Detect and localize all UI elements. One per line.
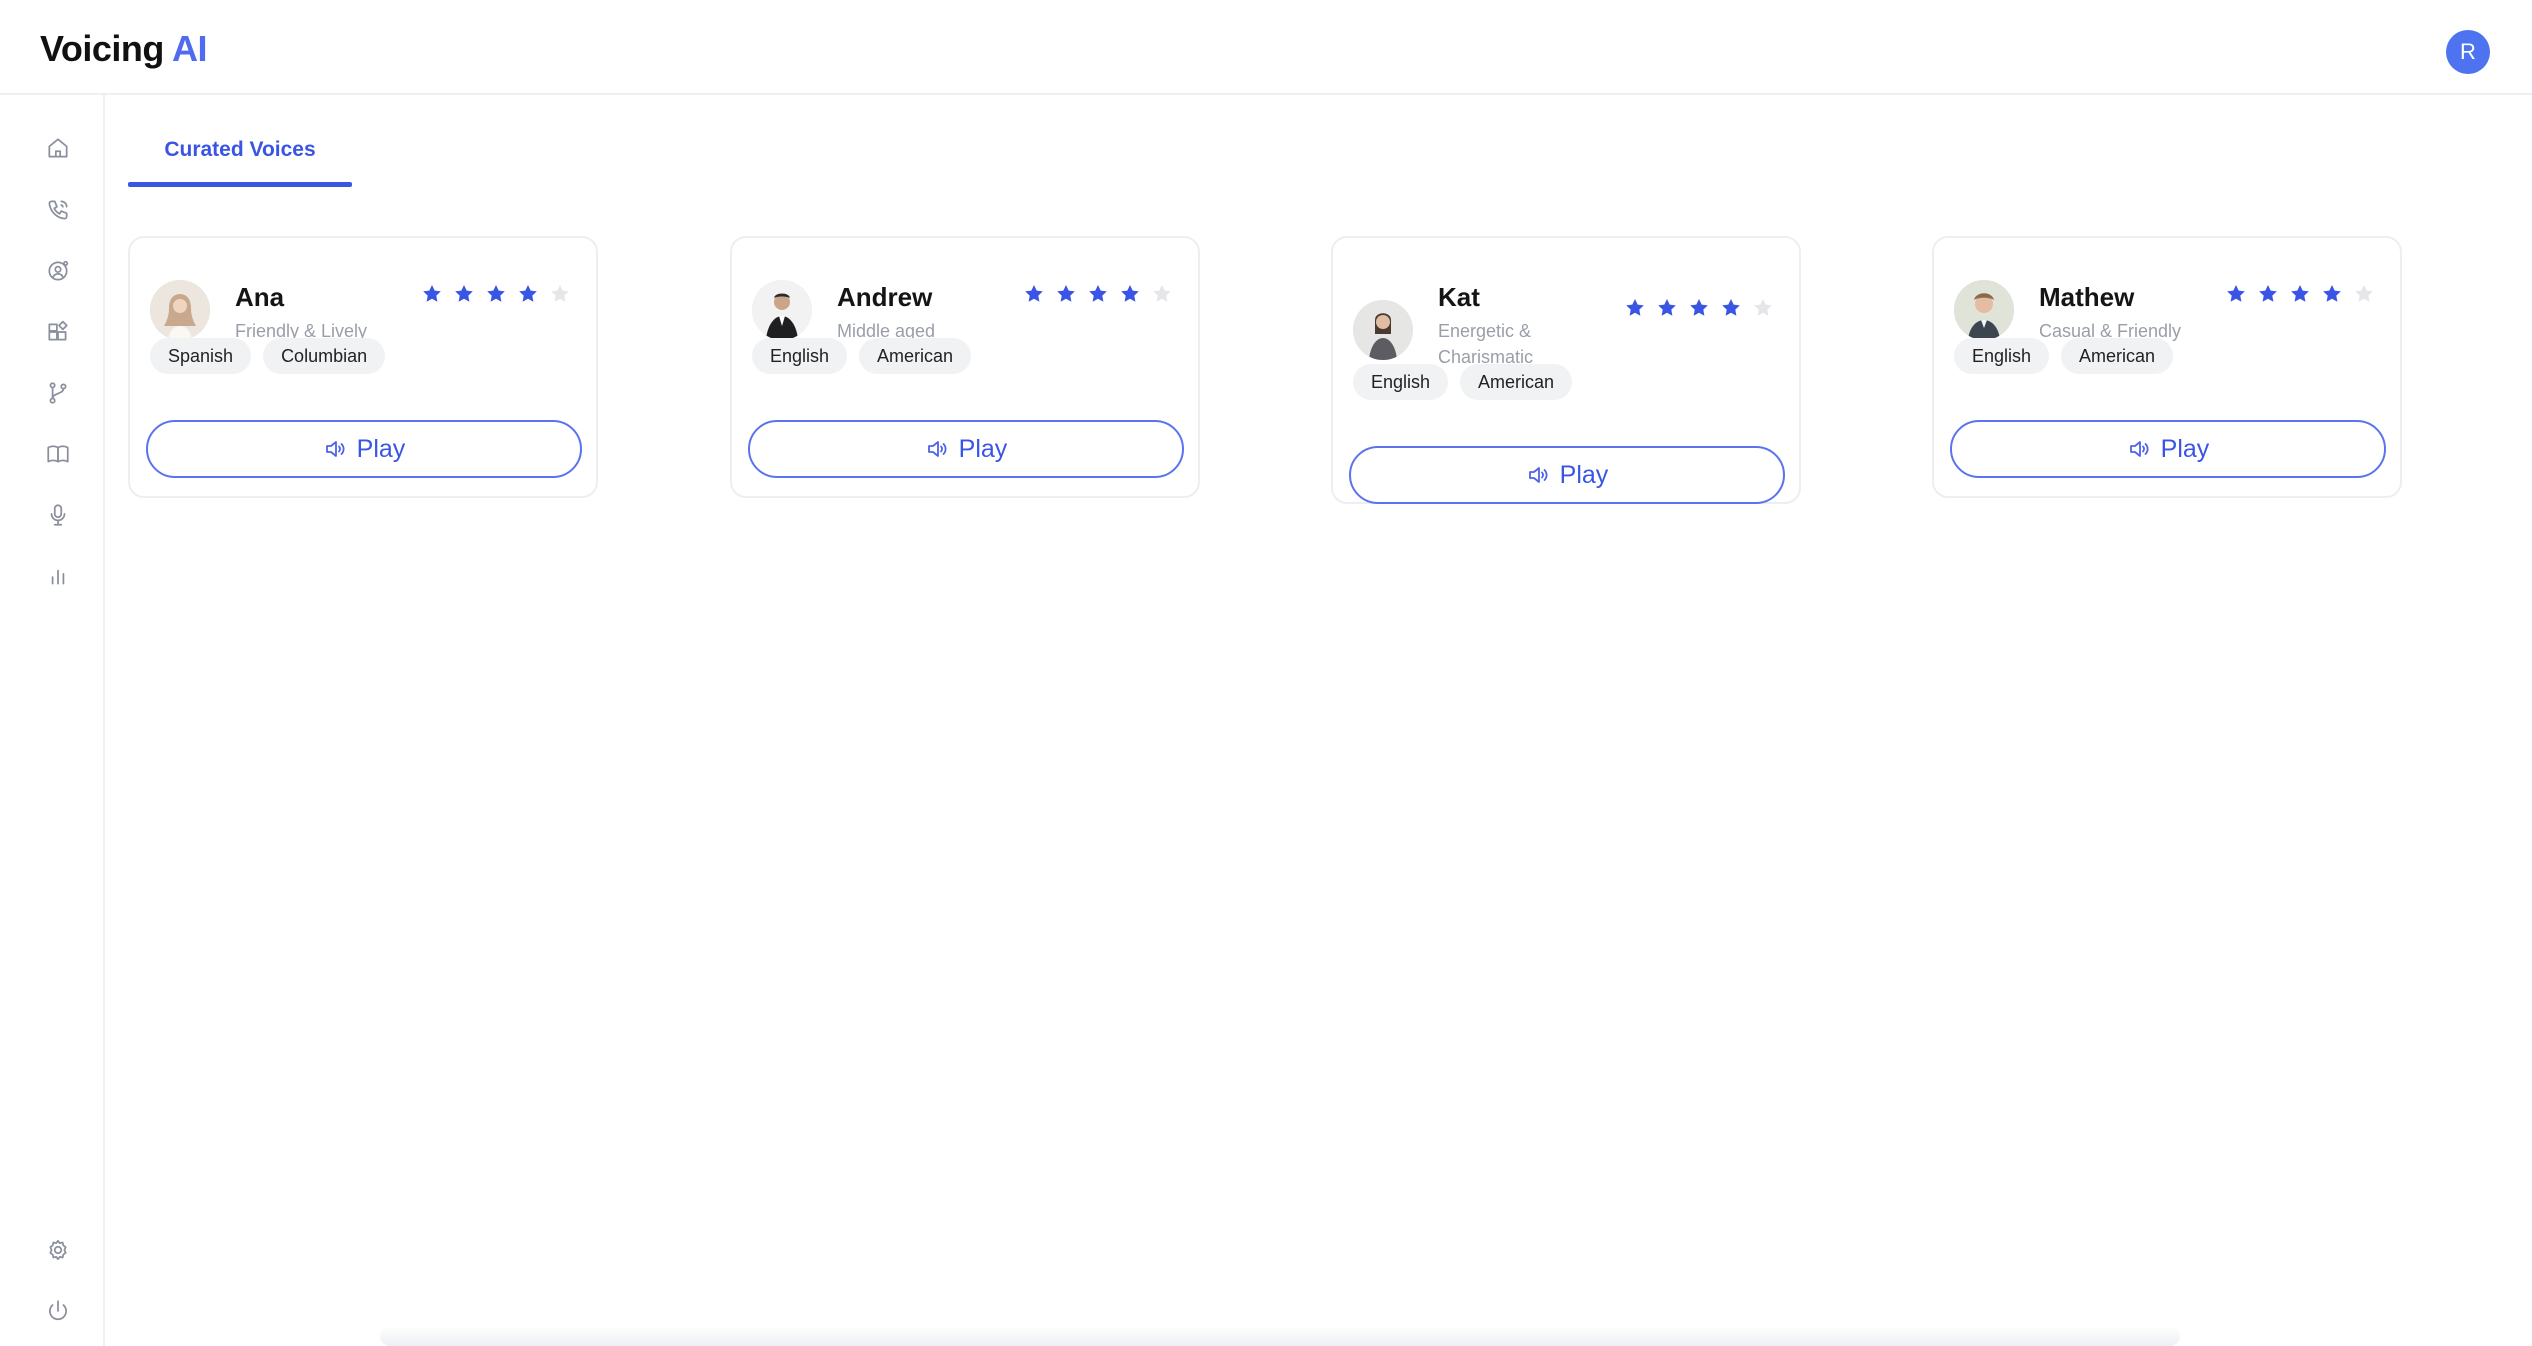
star-filled-icon [1022,282,1046,306]
star-empty-icon [1150,282,1174,306]
star-filled-icon [1086,282,1110,306]
app-root: Voicing AI R Curated Voices Ana Friendly… [0,0,2532,1346]
tab-label: Curated Voices [164,138,316,161]
power-icon [49,1300,67,1321]
star-filled-icon [1054,282,1078,306]
voice-name: Mathew [2039,282,2135,312]
speaker-icon [325,441,345,457]
sidebar [13,95,105,1346]
voice-name: Ana [235,282,285,312]
play-label: Play [356,434,406,463]
sidebar-item-knowledge[interactable] [42,438,74,470]
sidebar-item-logout[interactable] [42,1295,74,1327]
star-filled-icon [2288,282,2312,306]
active-tab-indicator [128,182,352,187]
speaker-icon [2129,441,2149,457]
play-label: Play [1559,460,1609,489]
agent-settings-icon [48,260,69,281]
workflow-branch-icon [49,382,67,404]
voice-card-ana: Ana Friendly & Lively Spanish Columbian … [128,236,598,498]
app-logo[interactable]: Voicing AI [40,28,208,70]
star-filled-icon [452,282,476,306]
play-button[interactable]: Play [1349,446,1785,504]
star-filled-icon [484,282,508,306]
language-tag: Spanish [150,338,252,374]
language-tag: English [1954,338,2050,374]
play-button[interactable]: Play [146,420,582,478]
voice-name: Andrew [837,282,933,312]
rating-stars [1022,282,1174,306]
star-filled-icon [1118,282,1142,306]
voice-avatar [752,280,812,340]
star-empty-icon [548,282,572,306]
voice-avatar [150,280,210,340]
voice-card-mathew: Mathew Casual & Friendly English America… [1932,236,2402,498]
voice-tags: English American [752,338,972,374]
accent-tag: Columbian [263,338,386,374]
play-label: Play [2160,434,2210,463]
sidebar-item-agents[interactable] [42,255,74,287]
star-filled-icon [2256,282,2280,306]
rating-stars [420,282,572,306]
integrations-icon [48,320,68,341]
home-icon [48,138,68,158]
play-button[interactable]: Play [748,420,1184,478]
voice-tags: English American [1353,364,1573,400]
star-filled-icon [516,282,540,306]
sidebar-item-settings[interactable] [42,1234,74,1266]
voice-avatar [1353,300,1413,360]
rating-stars [2224,282,2376,306]
voice-description: Energetic & Charismatic [1438,321,1534,367]
voice-name: Kat [1438,282,1480,312]
logo-text: Voicing [40,28,164,69]
star-empty-icon [2352,282,2376,306]
voice-tags: English American [1954,338,2174,374]
phone-call-icon [48,200,68,220]
play-label: Play [958,434,1008,463]
star-filled-icon [1687,296,1711,320]
star-filled-icon [2224,282,2248,306]
accent-tag: American [859,338,972,374]
language-tag: English [752,338,848,374]
microphone-icon [50,504,66,526]
user-avatar[interactable]: R [2446,30,2490,74]
top-header: Voicing AI R [0,0,2532,95]
bottom-scroll-shadow [380,1326,2180,1346]
voice-card-kat: Kat Energetic & Charismatic English Amer… [1331,236,1801,504]
voice-card-andrew: Andrew Middle aged English American Play [730,236,1200,498]
accent-tag: American [2061,338,2174,374]
speaker-icon [1528,467,1548,483]
voice-avatar [1954,280,2014,340]
star-filled-icon [420,282,444,306]
sidebar-item-analytics[interactable] [42,560,74,592]
speaker-icon [927,441,947,457]
star-filled-icon [1655,296,1679,320]
gear-icon [49,1239,67,1261]
book-icon [47,445,69,463]
sidebar-item-calls[interactable] [42,194,74,226]
sidebar-item-workflows[interactable] [42,377,74,409]
star-filled-icon [1623,296,1647,320]
sidebar-item-home[interactable] [42,132,74,164]
language-tag: English [1353,364,1449,400]
star-filled-icon [2320,282,2344,306]
rating-stars [1623,296,1775,320]
analytics-chart-icon [51,569,65,585]
voice-tags: Spanish Columbian [150,338,386,374]
tab-curated-voices[interactable]: Curated Voices [128,125,352,187]
accent-tag: American [1460,364,1573,400]
sidebar-item-integrations[interactable] [42,316,74,348]
play-button[interactable]: Play [1950,420,2386,478]
star-empty-icon [1751,296,1775,320]
logo-accent-text: AI [172,28,208,69]
sidebar-item-voices[interactable] [42,499,74,531]
star-filled-icon [1719,296,1743,320]
